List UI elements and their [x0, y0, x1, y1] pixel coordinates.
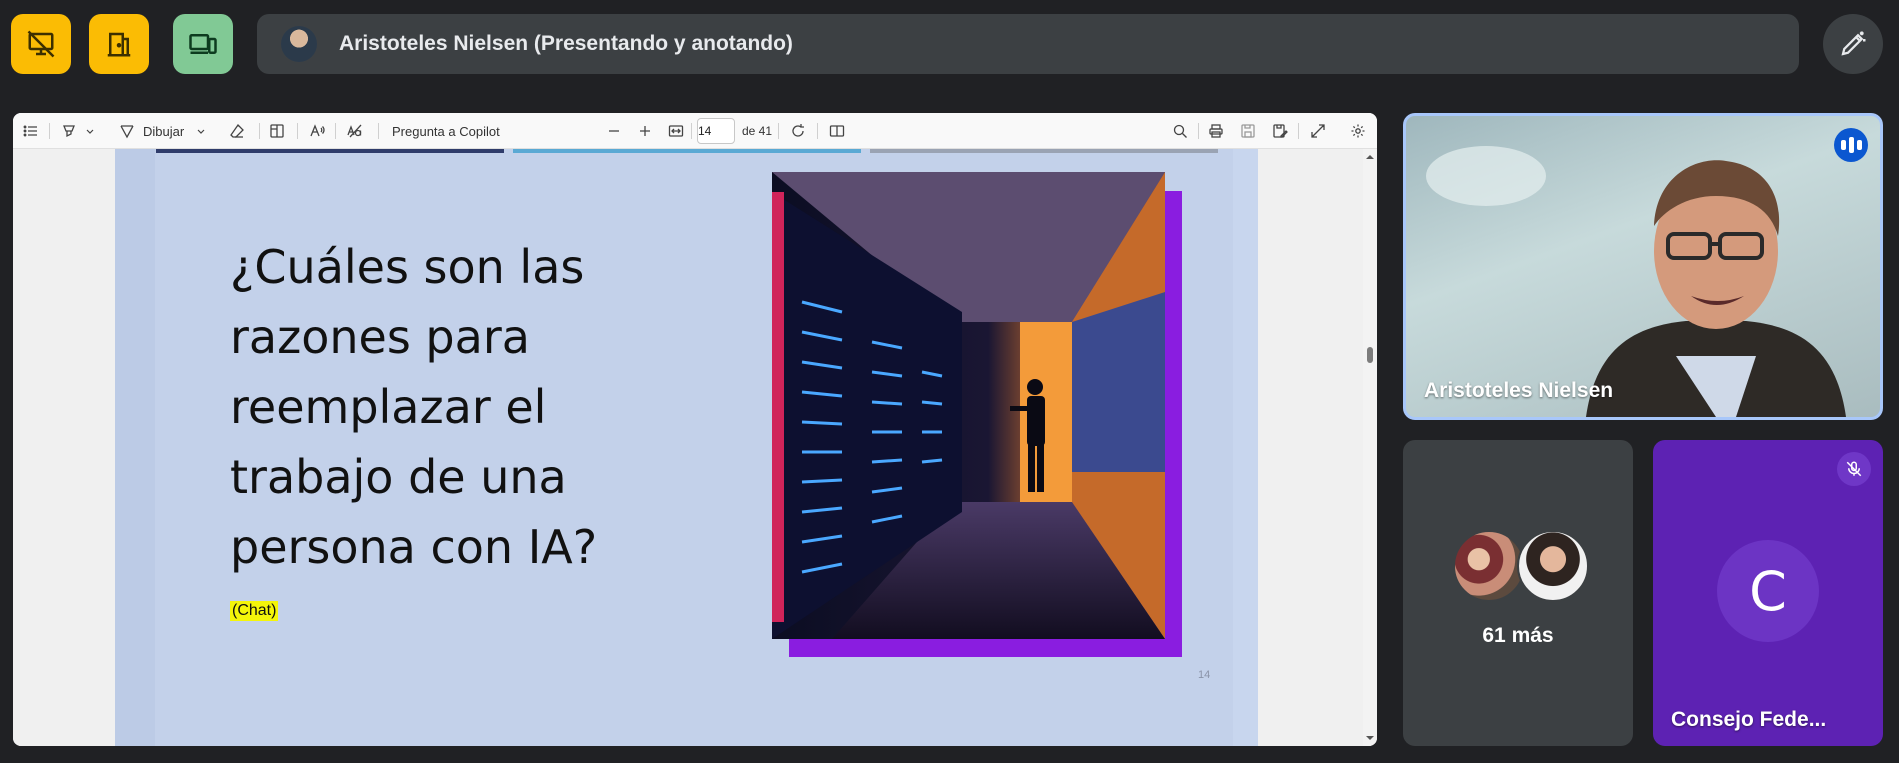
switch-device-button[interactable] [173, 14, 233, 74]
read-aloud-button[interactable] [309, 113, 325, 149]
slide-top-bar [156, 149, 504, 153]
pdf-scrollbar[interactable] [1363, 149, 1377, 746]
mic-off-icon [1837, 452, 1871, 486]
fullscreen-button[interactable] [1310, 113, 1326, 149]
avatar [1517, 530, 1589, 602]
draw-label: Dibujar [143, 123, 185, 139]
avatar [1453, 530, 1525, 602]
zoom-out-button[interactable] [606, 113, 622, 149]
search-icon [1173, 124, 1187, 138]
server-room-image [772, 172, 1165, 639]
speaking-indicator [1834, 128, 1868, 162]
rotate-icon [792, 124, 804, 137]
chat-highlight: (Chat) [230, 601, 279, 621]
gear-icon [1351, 124, 1365, 138]
participant-name: Consejo Fede... [1671, 708, 1827, 731]
page-number-input[interactable] [697, 118, 735, 144]
scroll-up-icon [1366, 155, 1374, 159]
participant-tile-main[interactable]: Aristoteles Nielsen [1403, 113, 1883, 420]
fit-width-icon [668, 125, 684, 137]
slide: ¿Cuáles son las razones para reemplazar … [115, 149, 1258, 746]
toolbar-separator [335, 123, 336, 139]
draw-button[interactable]: Dibujar [119, 113, 206, 149]
toolbar-separator [817, 123, 818, 139]
slide-title: ¿Cuáles son las razones para reemplazar … [230, 240, 598, 574]
zoom-in-button[interactable] [637, 113, 653, 149]
toolbar-separator [297, 123, 298, 139]
highlight-button[interactable] [61, 113, 95, 149]
scroll-thumb[interactable] [1367, 347, 1373, 363]
expand-icon [1311, 124, 1325, 138]
toolbar-separator [691, 123, 692, 139]
participant-name: Aristoteles Nielsen [1424, 379, 1614, 402]
slide-top-bar [870, 149, 1218, 153]
stop-presenting-button[interactable] [11, 14, 71, 74]
annotate-button[interactable] [1823, 14, 1883, 74]
toolbar-separator [259, 123, 260, 139]
erase-button[interactable] [229, 113, 245, 149]
two-page-icon [829, 125, 845, 137]
slide-right-stripe [1233, 149, 1258, 746]
toolbar-separator [1198, 123, 1199, 139]
print-icon [1209, 124, 1223, 138]
save-button[interactable] [1240, 113, 1256, 149]
devices-icon [189, 34, 217, 54]
participant-tile-council[interactable]: C Consejo Fede... [1653, 440, 1883, 746]
read-aloud-icon [310, 124, 325, 137]
print-button[interactable] [1208, 113, 1224, 149]
save-icon [1241, 124, 1255, 138]
translate-icon [347, 124, 362, 138]
save-as-button[interactable] [1272, 113, 1288, 149]
rotate-button[interactable] [790, 113, 806, 149]
page-total: de 41 [742, 113, 772, 149]
participant-tile-more[interactable]: 61 más [1403, 440, 1633, 746]
copilot-label: Pregunta a Copilot [392, 123, 500, 139]
toolbar-separator [1298, 123, 1299, 139]
pdf-page-area[interactable]: ¿Cuáles son las razones para reemplazar … [13, 149, 1363, 746]
contents-button[interactable] [23, 113, 39, 149]
page-view-button[interactable] [269, 113, 285, 149]
draw-pen-icon [120, 125, 134, 139]
fit-width-button[interactable] [668, 113, 684, 149]
eraser-icon [230, 123, 244, 138]
text-box-icon [270, 124, 284, 138]
minus-icon [609, 130, 619, 132]
settings-button[interactable] [1350, 113, 1366, 149]
toolbar-separator [378, 123, 379, 139]
two-page-button[interactable] [829, 113, 845, 149]
door-icon [107, 32, 131, 57]
pen-sparkle-icon [1841, 31, 1866, 56]
speaker-video [1426, 146, 1846, 417]
chevron-down-icon [197, 129, 205, 134]
highlighter-icon [63, 125, 75, 138]
plus-icon [640, 126, 650, 136]
chevron-down-icon [86, 129, 94, 134]
list-icon [23, 125, 37, 137]
present-off-icon [27, 30, 55, 58]
scroll-down-icon [1366, 736, 1374, 740]
translate-button[interactable] [347, 113, 363, 149]
slide-page-number: 14 [1198, 669, 1211, 681]
find-button[interactable] [1172, 113, 1188, 149]
presenter-bar: Aristoteles Nielsen (Presentando y anota… [257, 14, 1799, 74]
toolbar-separator [778, 123, 779, 139]
presenter-status: Aristoteles Nielsen (Presentando y anota… [339, 32, 793, 55]
presenter-avatar [281, 26, 317, 62]
toolbar-separator [49, 123, 50, 139]
pdf-toolbar: Dibujar Pregunta a Copilot 14 de 41 [13, 113, 1377, 149]
more-avatars [1453, 530, 1593, 602]
pdf-viewer: Dibujar Pregunta a Copilot 14 de 41 ¿Cuá… [13, 113, 1377, 746]
slide-left-stripe [115, 149, 155, 746]
save-as-icon [1273, 124, 1288, 138]
slide-top-bar [513, 149, 861, 153]
more-participants-count: 61 más [1482, 624, 1554, 647]
page-total-label: de 41 [742, 124, 773, 138]
ask-copilot-button[interactable]: Pregunta a Copilot [392, 113, 500, 149]
avatar: C [1717, 540, 1819, 642]
leave-presentation-button[interactable] [89, 14, 149, 74]
